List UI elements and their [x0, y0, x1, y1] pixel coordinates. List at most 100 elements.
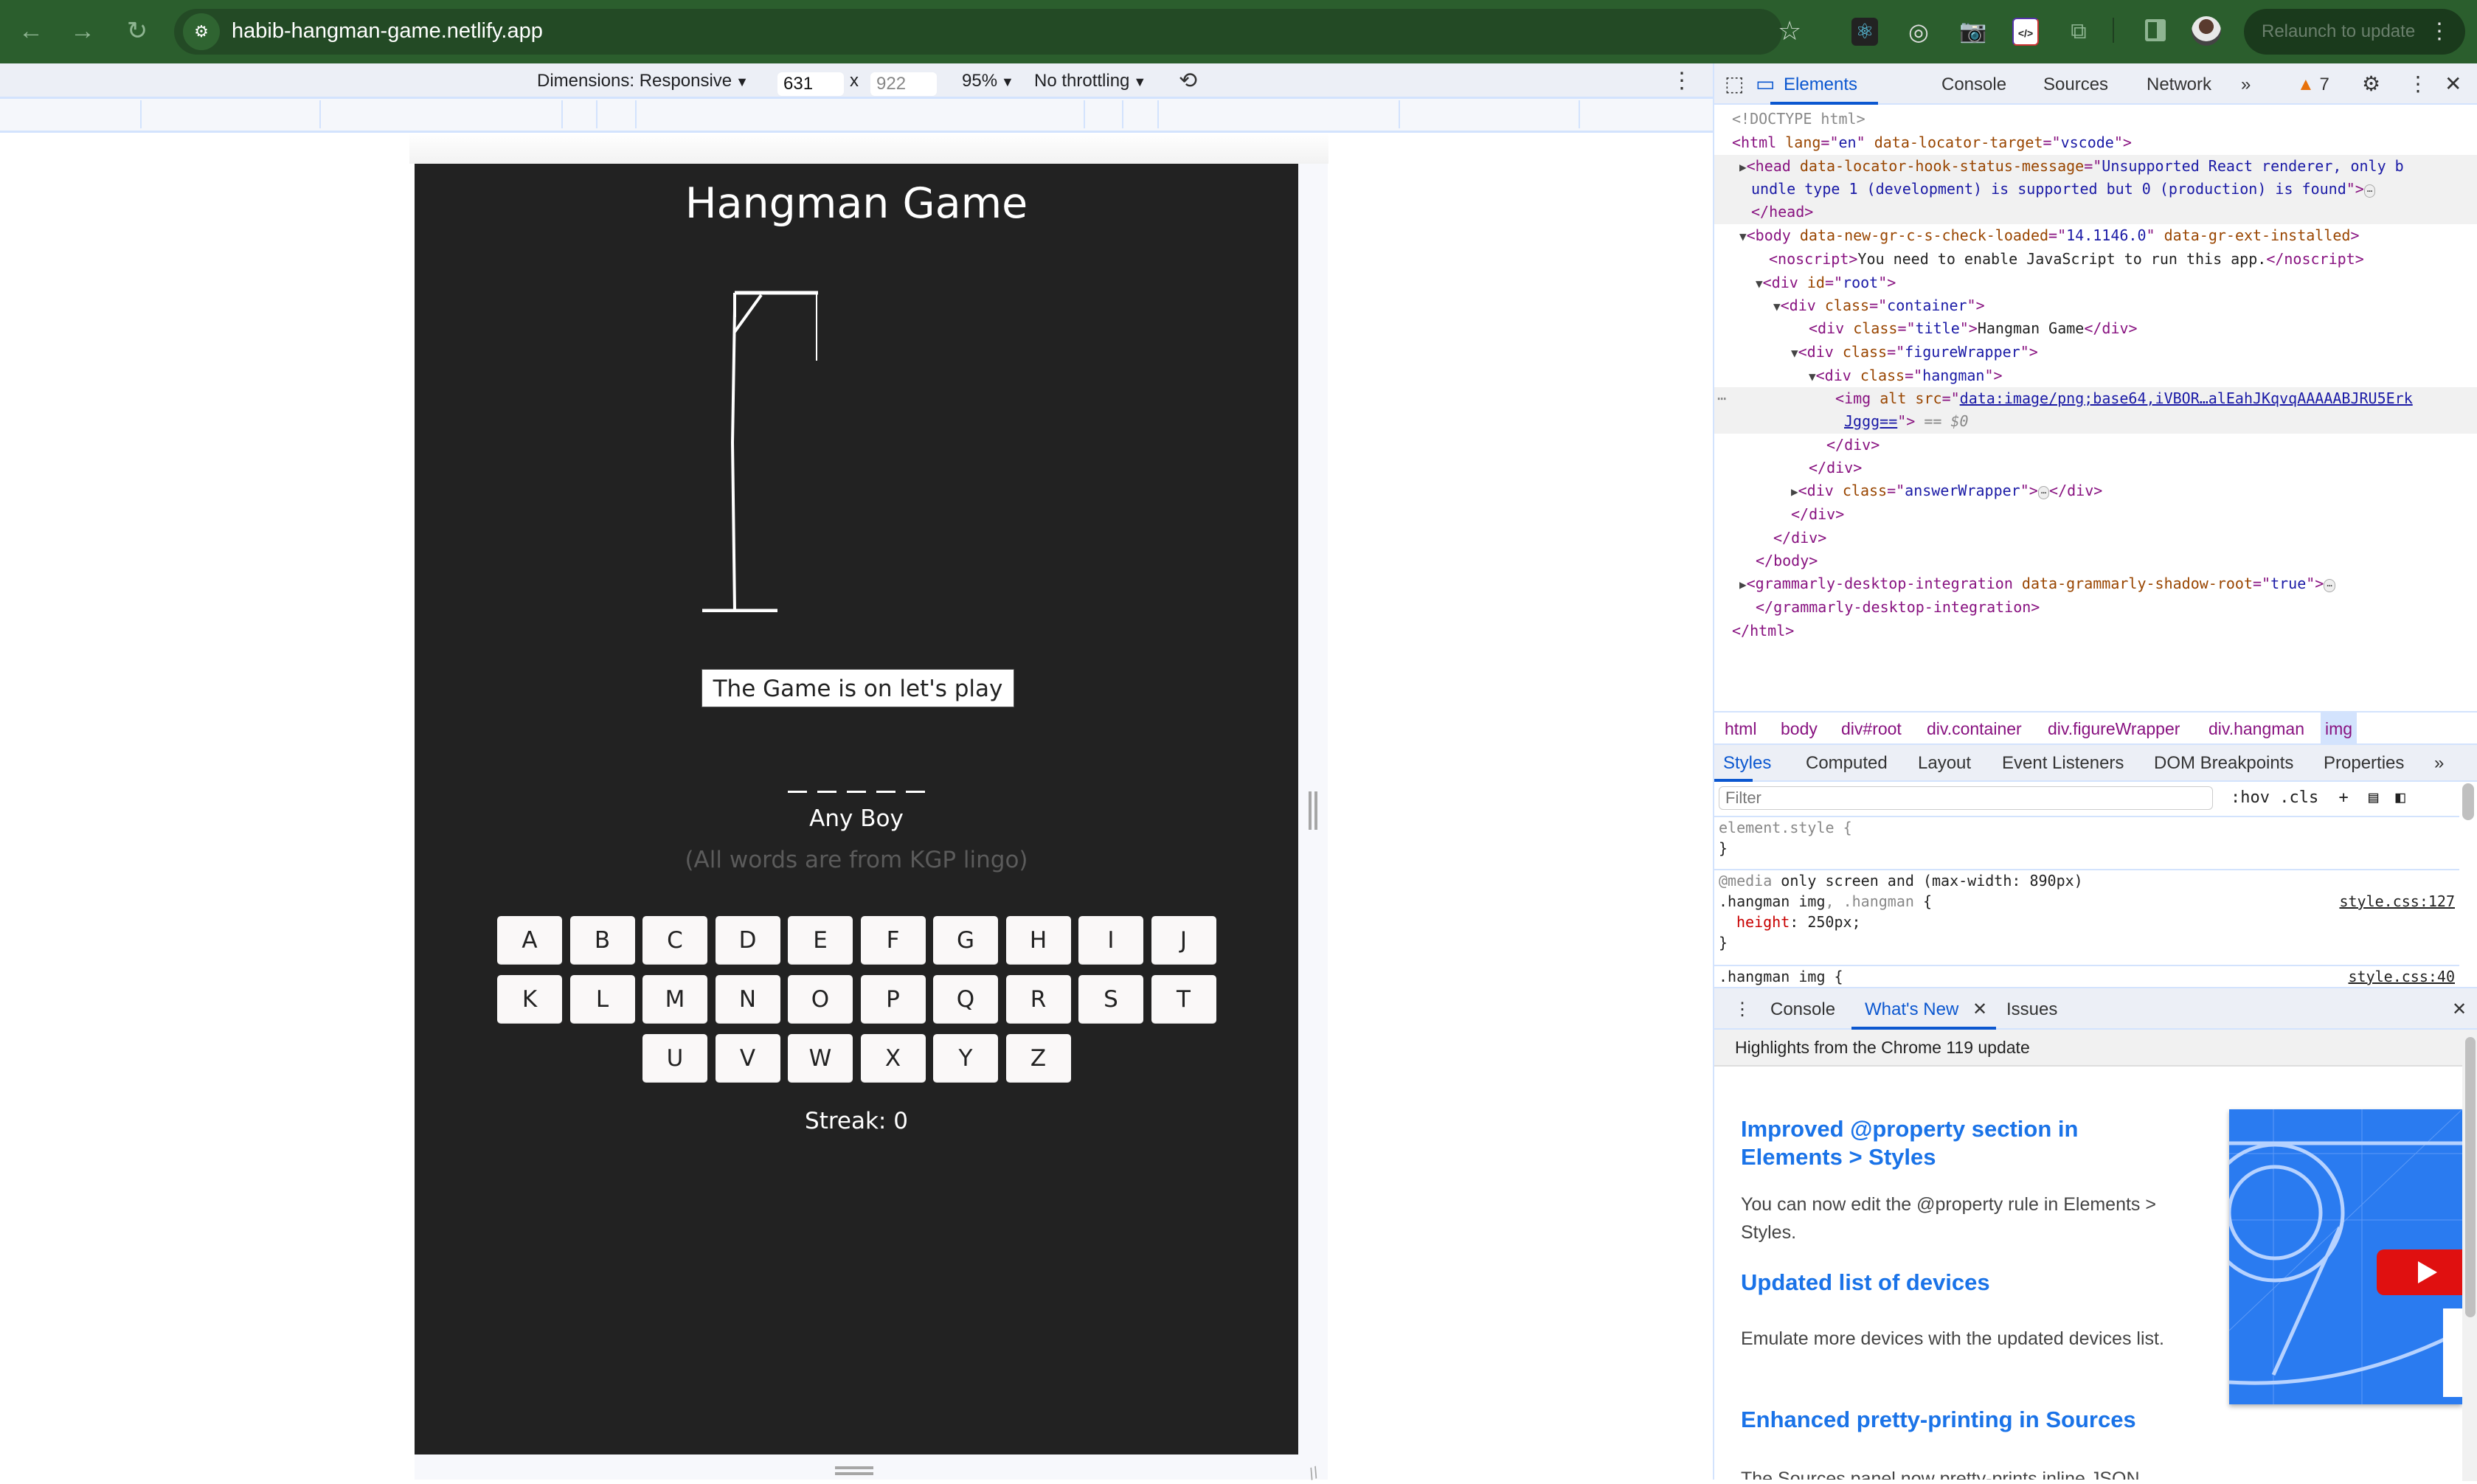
- drawer-tab-whats-new[interactable]: What's New: [1865, 999, 1958, 1021]
- whats-new-item-title[interactable]: Updated list of devices: [1741, 1269, 2183, 1297]
- device-toggle-icon[interactable]: ▭: [1756, 72, 1775, 96]
- tab-event-listeners[interactable]: Event Listeners: [2002, 752, 2124, 774]
- width-input[interactable]: 631: [777, 72, 844, 96]
- ellipsis-icon[interactable]: ⋯: [2037, 486, 2050, 499]
- paint-brush-icon[interactable]: ▤: [2369, 788, 2378, 807]
- dom-close-html[interactable]: </html>: [1714, 620, 2477, 643]
- url-text[interactable]: habib-hangman-game.netlify.app: [232, 16, 543, 46]
- whats-new-item-title[interactable]: Enhanced pretty-printing in Sources: [1741, 1406, 2183, 1434]
- dom-close-div[interactable]: </div>: [1714, 457, 2477, 480]
- letter-key-a[interactable]: A: [497, 916, 562, 965]
- resize-handle-bottom[interactable]: [835, 1466, 873, 1475]
- close-devtools-icon[interactable]: ✕: [2445, 72, 2462, 96]
- letter-key-i[interactable]: I: [1078, 916, 1143, 965]
- site-info-icon[interactable]: ⚙: [183, 13, 220, 50]
- row-menu-icon[interactable]: ⋯: [1717, 389, 1726, 407]
- breadcrumb-body[interactable]: body: [1781, 718, 1818, 739]
- dom-close-div[interactable]: </div>: [1714, 527, 2477, 550]
- breadcrumb-html[interactable]: html: [1725, 718, 1756, 739]
- ellipsis-icon[interactable]: ⋯: [2363, 184, 2376, 198]
- chrome-menu-icon[interactable]: ⋮: [2428, 9, 2450, 55]
- collapse-triangle-icon[interactable]: ▼: [1739, 229, 1747, 243]
- dom-root[interactable]: ▼<div id="root">: [1714, 271, 2477, 295]
- source-link[interactable]: style.css:127: [2339, 891, 2455, 912]
- letter-key-o[interactable]: O: [788, 975, 853, 1024]
- breadcrumb-figure-wrapper[interactable]: div.figureWrapper: [2048, 718, 2180, 739]
- letter-key-w[interactable]: W: [788, 1034, 853, 1083]
- drawer-tab-console[interactable]: Console: [1770, 999, 1835, 1021]
- letter-key-d[interactable]: D: [715, 916, 780, 965]
- ruler-tick[interactable]: [1122, 100, 1123, 128]
- dom-doctype[interactable]: <!DOCTYPE html>: [1714, 108, 2477, 131]
- forward-arrow-icon[interactable]: →: [68, 16, 97, 46]
- style-rule-element[interactable]: element.style { }: [1714, 816, 2459, 867]
- close-drawer-icon[interactable]: ✕: [2452, 999, 2467, 1021]
- dom-figure-wrapper[interactable]: ▼<div class="figureWrapper">: [1714, 341, 2477, 364]
- inspect-element-icon[interactable]: ⬚: [1725, 72, 1744, 96]
- letter-key-f[interactable]: F: [860, 916, 926, 965]
- styles-scrollbar[interactable]: [2462, 783, 2474, 820]
- css-property[interactable]: height: [1736, 913, 1790, 931]
- letter-key-s[interactable]: S: [1078, 975, 1143, 1024]
- height-input[interactable]: 922: [870, 72, 937, 96]
- expand-triangle-icon[interactable]: ▶: [1791, 485, 1798, 499]
- letter-key-j[interactable]: J: [1151, 916, 1216, 965]
- reload-icon[interactable]: ↻: [122, 16, 152, 46]
- letter-key-p[interactable]: P: [860, 975, 926, 1024]
- letter-key-x[interactable]: X: [860, 1034, 926, 1083]
- warnings-badge[interactable]: ▲ 7: [2297, 74, 2329, 96]
- letter-key-h[interactable]: H: [1005, 916, 1071, 965]
- ellipsis-icon[interactable]: ⋯: [2324, 579, 2335, 592]
- ruler-tick[interactable]: [635, 100, 637, 128]
- tab-layout[interactable]: Layout: [1918, 752, 1971, 774]
- tab-elements[interactable]: Elements: [1784, 74, 1857, 96]
- devtools-menu-icon[interactable]: ⋮: [2408, 72, 2428, 96]
- ruler-tick[interactable]: [1157, 100, 1159, 128]
- back-arrow-icon[interactable]: ←: [16, 16, 46, 46]
- dom-grammarly-close[interactable]: </grammarly-desktop-integration>: [1714, 596, 2477, 620]
- letter-key-z[interactable]: Z: [1005, 1034, 1071, 1083]
- tab-network[interactable]: Network: [2147, 74, 2211, 96]
- ruler-tick[interactable]: [1579, 100, 1580, 128]
- dom-hangman[interactable]: ▼<div class="hangman">: [1714, 364, 2477, 388]
- tab-dom-breakpoints[interactable]: DOM Breakpoints: [2154, 752, 2293, 774]
- breadcrumb-hangman[interactable]: div.hangman: [2208, 718, 2304, 739]
- toggle-sidebar-icon[interactable]: ◧: [2395, 788, 2405, 807]
- react-devtools-icon[interactable]: ⚛: [1851, 18, 1878, 46]
- letter-key-m[interactable]: M: [642, 975, 707, 1024]
- hov-cls-toggles[interactable]: :hov .cls: [2231, 788, 2318, 807]
- code-extension-icon[interactable]: </>: [2012, 18, 2039, 46]
- dom-answer-wrapper[interactable]: ▶<div class="answerWrapper"> ⋯ </div>: [1714, 479, 2477, 503]
- tab-styles[interactable]: Styles: [1723, 752, 1771, 774]
- dom-grammarly[interactable]: ▶<grammarly-desktop-integration data-gra…: [1714, 572, 2477, 596]
- tab-console[interactable]: Console: [1941, 74, 2006, 96]
- ruler-tick[interactable]: [319, 100, 321, 128]
- breadcrumb-img[interactable]: img: [2321, 712, 2358, 745]
- camera-extension-icon[interactable]: 📷: [1959, 18, 1986, 46]
- drawer-tab-issues[interactable]: Issues: [2006, 999, 2057, 1021]
- resize-handle-right[interactable]: [1309, 791, 1317, 830]
- dom-html[interactable]: <html lang="en" data-locator-target="vsc…: [1714, 131, 2477, 155]
- letter-key-v[interactable]: V: [715, 1034, 780, 1083]
- collapse-triangle-icon[interactable]: ▼: [1773, 299, 1781, 313]
- letter-key-y[interactable]: Y: [933, 1034, 998, 1083]
- extensions-puzzle-icon[interactable]: ⧉: [2065, 18, 2092, 46]
- letter-key-k[interactable]: K: [497, 975, 562, 1024]
- ring-extension-icon[interactable]: ◎: [1905, 18, 1932, 46]
- rotate-icon[interactable]: ⟲: [1179, 69, 1197, 93]
- letter-key-e[interactable]: E: [788, 916, 853, 965]
- letter-key-u[interactable]: U: [642, 1034, 707, 1083]
- ruler-tick[interactable]: [140, 100, 142, 128]
- whats-new-video-thumbnail[interactable]: [2229, 1109, 2462, 1404]
- collapse-triangle-icon[interactable]: ▼: [1809, 370, 1816, 384]
- whats-new-scrollbar[interactable]: [2462, 1030, 2477, 1481]
- dom-close-div[interactable]: </div>: [1714, 503, 2477, 527]
- css-value[interactable]: 250px;: [1807, 913, 1860, 931]
- zoom-select[interactable]: 95% ▼: [962, 71, 1014, 92]
- breadcrumb-root[interactable]: div#root: [1841, 718, 1902, 739]
- dom-title[interactable]: <div class="title">Hangman Game</div>: [1714, 317, 2477, 341]
- styles-filter-input[interactable]: Filter: [1719, 786, 2213, 810]
- ruler-tick[interactable]: [1399, 100, 1400, 128]
- profile-avatar[interactable]: [2192, 16, 2221, 46]
- scrollbar-thumb[interactable]: [2465, 1037, 2476, 1317]
